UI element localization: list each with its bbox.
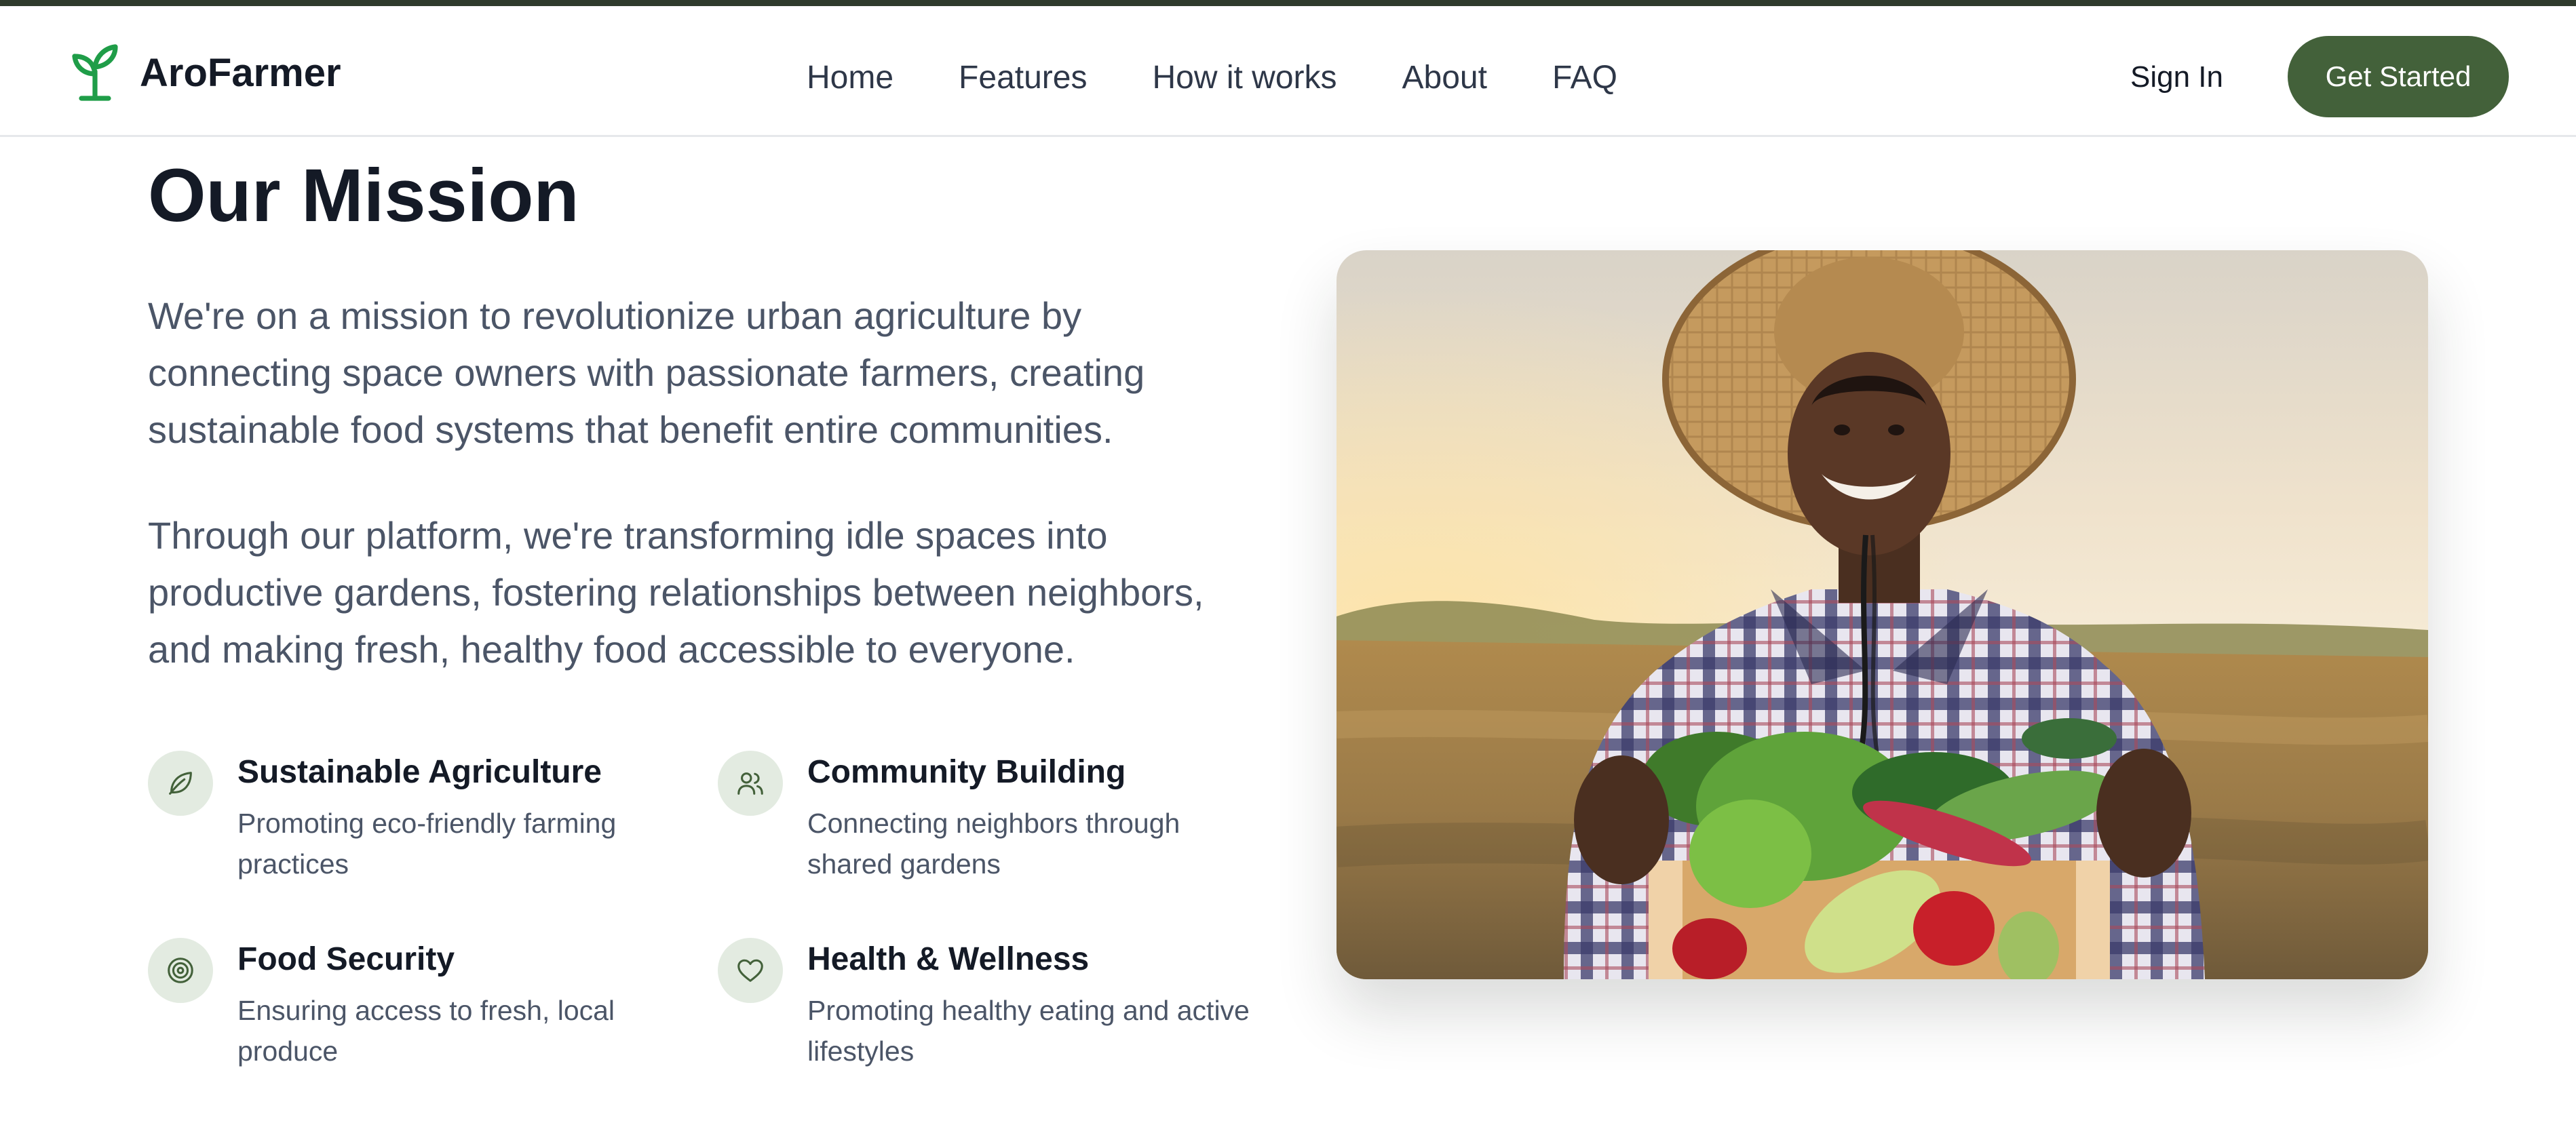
- feature-description: Promoting healthy eating and active life…: [807, 995, 1250, 1067]
- top-accent-bar: [0, 0, 2576, 6]
- feature-community-building: Community Building Connecting neighbors …: [718, 751, 1261, 907]
- feature-description: Connecting neighbors through shared gard…: [807, 808, 1180, 880]
- feature-icon-badge: [718, 751, 783, 816]
- feature-health-wellness: Health & Wellness Promoting healthy eati…: [718, 938, 1261, 1094]
- sprout-icon: [72, 44, 118, 101]
- nav-faq[interactable]: FAQ: [1552, 59, 1617, 96]
- nav-features[interactable]: Features: [959, 59, 1087, 96]
- sign-in-link[interactable]: Sign In: [2130, 54, 2223, 101]
- feature-food-security: Food Security Ensuring access to fresh, …: [148, 938, 691, 1094]
- feature-sustainable-agriculture: Sustainable Agriculture Promoting eco-fr…: [148, 751, 691, 907]
- feature-icon-badge: [718, 938, 783, 1003]
- feature-title: Food Security: [237, 941, 455, 977]
- feature-description: Promoting eco-friendly farming practices: [237, 808, 617, 880]
- page-title: Our Mission: [148, 154, 579, 237]
- feature-title: Health & Wellness: [807, 941, 1090, 977]
- feature-title: Sustainable Agriculture: [237, 754, 602, 790]
- main-nav: Home Features How it works About FAQ: [807, 54, 1617, 101]
- brand-logo[interactable]: AroFarmer: [71, 44, 341, 101]
- users-icon: [737, 772, 763, 795]
- feature-description: Ensuring access to fresh, local produce: [237, 995, 615, 1067]
- brand-name: AroFarmer: [140, 50, 341, 95]
- nav-about[interactable]: About: [1402, 59, 1487, 96]
- nav-home[interactable]: Home: [807, 59, 893, 96]
- heart-icon: [737, 959, 763, 982]
- mission-paragraph-1: We're on a mission to revolutionize urba…: [148, 294, 1145, 451]
- get-started-button[interactable]: Get Started: [2288, 36, 2509, 117]
- farmer-photo: [1337, 250, 2428, 979]
- farmer-photo-illustration: [1337, 250, 2428, 979]
- navbar: AroFarmer Home Features How it works Abo…: [0, 6, 2576, 137]
- feature-icon-badge: [148, 751, 213, 816]
- feature-title: Community Building: [807, 754, 1126, 790]
- feature-icon-badge: [148, 938, 213, 1003]
- mission-paragraph-2: Through our platform, we're transforming…: [148, 514, 1204, 671]
- leaf-icon: [169, 772, 192, 795]
- nav-how-it-works[interactable]: How it works: [1152, 59, 1337, 96]
- target-icon: [168, 958, 193, 983]
